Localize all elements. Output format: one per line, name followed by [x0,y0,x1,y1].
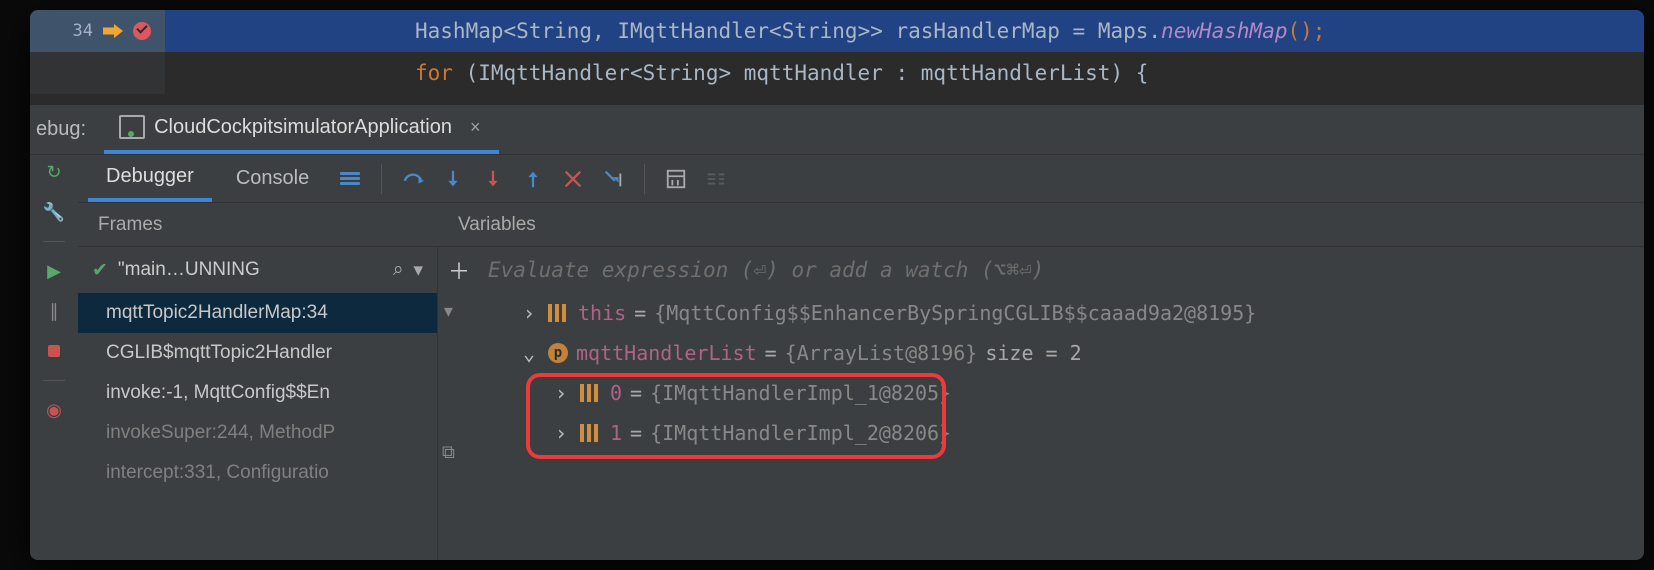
frame-item[interactable]: invokeSuper:244, MethodP [78,413,437,453]
pause-icon[interactable]: ∥ [43,300,65,322]
close-icon[interactable]: × [470,117,481,138]
drop-frame-icon[interactable] [556,162,590,196]
evaluate-placeholder[interactable]: Evaluate expression (⏎) or add a watch (… [480,258,1044,282]
stop-icon[interactable] [43,340,65,362]
copy-icon[interactable]: ⧉ [442,442,455,463]
resume-icon[interactable]: ▶ [43,260,65,282]
separator [43,241,65,242]
chevron-right-icon[interactable]: › [518,301,540,325]
step-over-icon[interactable] [396,162,430,196]
object-icon [580,424,598,442]
variable-this[interactable]: › this = {MqttConfig$$EnhancerBySpringCG… [448,293,1644,333]
trace-icon[interactable] [699,162,733,196]
editor-area[interactable]: 34 HashMap<String, IMqttHandler<String>>… [30,10,1644,105]
check-icon: ✔ [92,259,108,282]
chevron-right-icon[interactable]: › [550,421,572,445]
debug-toolwindow-header: ebug: CloudCockpitsimulatorApplication × [30,105,1644,155]
chevron-right-icon[interactable]: › [550,381,572,405]
parameter-icon: p [548,343,568,363]
var-value: {MqttConfig$$EnhancerBySpringCGLIB$$caaa… [654,301,1256,325]
chevron-down-icon[interactable]: ▾ [413,259,423,282]
settings-icon[interactable]: 🔧 [43,201,65,223]
debug-label: ebug: [30,118,104,141]
code-line-35[interactable]: for (IMqttHandler<String> mqttHandler : … [30,52,1644,94]
thread-dump-icon[interactable] [333,162,367,196]
execution-arrow-icon [103,24,123,38]
frame-item[interactable]: mqttTopic2HandlerMap:34 [78,293,437,333]
var-name: 1 [610,421,622,445]
frame-item[interactable]: invoke:-1, MqttConfig$$En [78,373,437,413]
debug-side-toolbar: ↻ 🔧 ▶ ∥ ◉ [30,155,78,560]
evaluate-icon[interactable] [659,162,693,196]
step-out-icon[interactable] [516,162,550,196]
run-to-cursor-icon[interactable] [596,162,630,196]
vars-side-icons: ▾ ⧉ [442,301,455,463]
variables-tree: › this = {MqttConfig$$EnhancerBySpringCG… [438,293,1644,453]
var-value: {IMqttHandlerImpl_1@8205} [650,381,951,405]
debug-body: ↻ 🔧 ▶ ∥ ◉ Debugger Console [30,155,1644,560]
tab-console[interactable]: Console [218,155,327,202]
frame-item[interactable]: CGLIB$mqttTopic2Handler [78,333,437,373]
thread-selector[interactable]: ✔ "main…UNNING ⌕ ▾ [78,247,437,293]
debug-tabbar: Debugger Console [78,155,1644,203]
step-into-icon[interactable] [436,162,470,196]
code-line-34[interactable]: 34 HashMap<String, IMqttHandler<String>>… [30,10,1644,52]
var-name: this [578,301,626,325]
var-value: {ArrayList@8196} [785,341,978,365]
run-config-name: CloudCockpitsimulatorApplication [154,116,452,139]
thread-name: "main…UNNING [118,259,260,281]
var-value: {IMqttHandlerImpl_2@8206} [650,421,951,445]
frame-item[interactable]: intercept:331, Configuratio [78,453,437,493]
variable-index-1[interactable]: › 1 = {IMqttHandlerImpl_2@8206} [448,413,1644,453]
object-icon [548,304,566,322]
breakpoint-icon[interactable] [133,22,151,40]
collapse-icon[interactable]: ▾ [444,301,453,322]
chevron-down-icon[interactable]: ⌄ [518,341,540,365]
view-breakpoints-icon[interactable]: ◉ [43,399,65,421]
gutter-34[interactable]: 34 [30,10,165,52]
variables-toolbar: ＋ Evaluate expression (⏎) or add a watch… [438,247,1644,293]
variable-index-0[interactable]: › 0 = {IMqttHandlerImpl_1@8205} [448,373,1644,413]
variables-header: Variables [438,203,1644,246]
var-name: 0 [610,381,622,405]
force-step-into-icon[interactable] [476,162,510,196]
object-icon [580,384,598,402]
frames-panel: ✔ "main…UNNING ⌕ ▾ mqttTopic2HandlerMap:… [78,247,438,560]
ide-window: 34 HashMap<String, IMqttHandler<String>>… [30,10,1644,560]
tab-debugger[interactable]: Debugger [88,155,212,202]
panel-headers: Frames Variables [78,203,1644,247]
separator [644,164,645,194]
rerun-icon[interactable]: ↻ [43,161,65,183]
debug-content: Debugger Console Frames Variables [78,155,1644,560]
var-size: size = 2 [985,341,1081,365]
variable-mqttHandlerList[interactable]: ⌄ p mqttHandlerList = {ArrayList@8196} s… [448,333,1644,373]
frames-header: Frames [78,203,438,246]
new-watch-icon[interactable]: ＋ [438,254,470,286]
gutter-35[interactable] [30,52,165,94]
variables-panel: ＋ Evaluate expression (⏎) or add a watch… [438,247,1644,560]
var-name: mqttHandlerList [576,341,757,365]
run-config-tab[interactable]: CloudCockpitsimulatorApplication × [104,105,498,154]
code-text[interactable]: HashMap<String, IMqttHandler<String>> ra… [165,19,1325,43]
line-number: 34 [73,21,93,41]
panels: ✔ "main…UNNING ⌕ ▾ mqttTopic2HandlerMap:… [78,247,1644,560]
filter-icon[interactable]: ⌕ [393,259,404,281]
code-text[interactable]: for (IMqttHandler<String> mqttHandler : … [165,61,1148,85]
separator [43,380,65,381]
separator [381,164,382,194]
